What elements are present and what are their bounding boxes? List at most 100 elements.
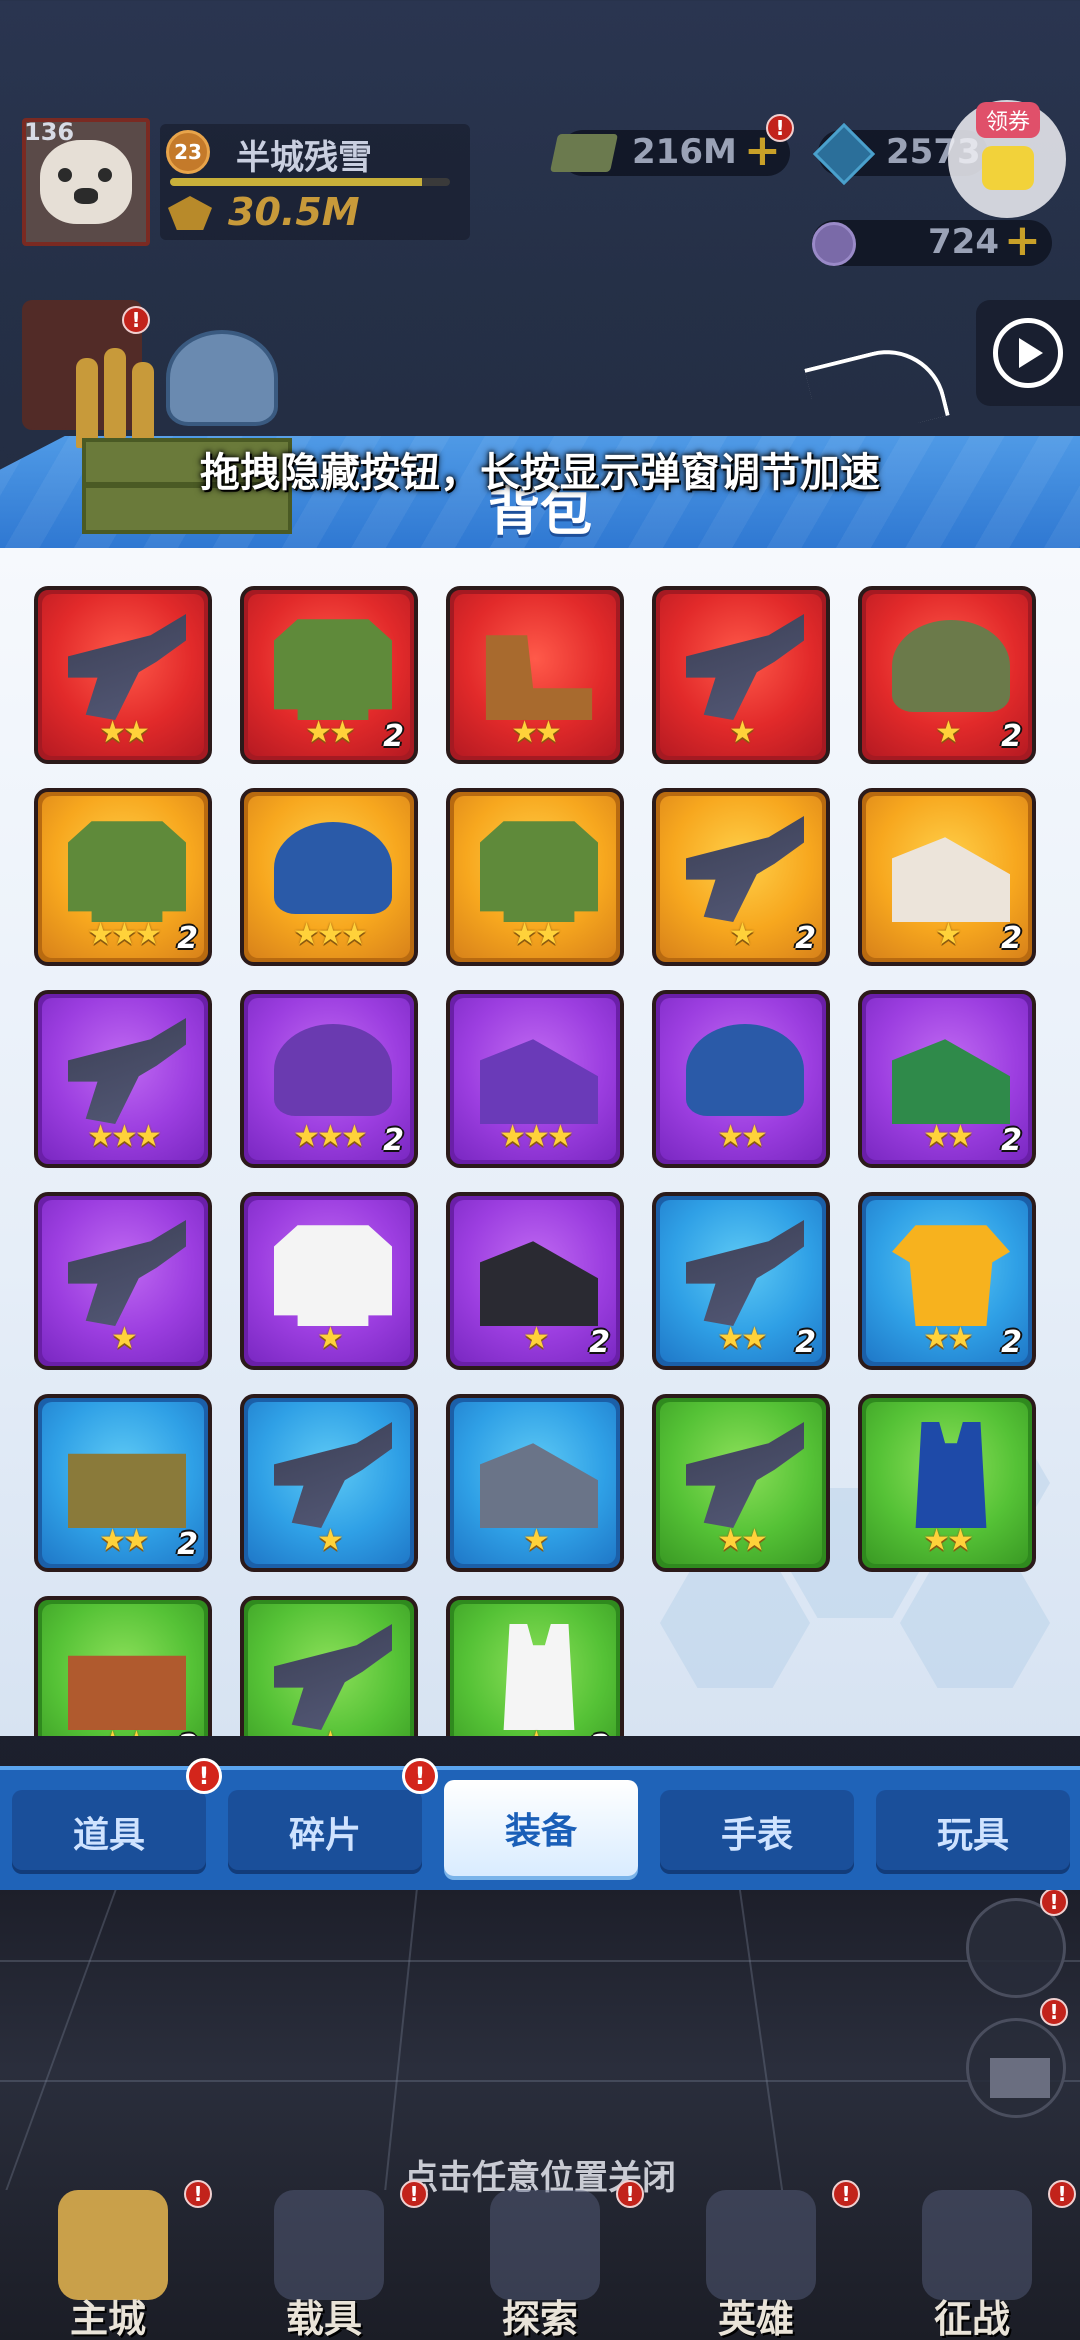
nav-item-1[interactable]: 载具 [224, 2180, 424, 2340]
backpack-tab-bar: 道具! 碎片! 装备 手表 玩具 [0, 1758, 1080, 1890]
gamepad-icon [982, 146, 1034, 190]
nav-label: 主城 [69, 2297, 146, 2340]
nav-label: 载具 [285, 2297, 362, 2340]
item-slot[interactable]: ★ [240, 1596, 418, 1736]
tab-4[interactable]: 玩具 [876, 1790, 1070, 1874]
item-stars: ★★ [99, 715, 150, 750]
podium-icon [990, 2058, 1050, 2098]
tab-alert-icon: ! [402, 1758, 438, 1794]
friends-alert-icon: ! [1040, 1888, 1068, 1916]
item-count: 2 [589, 1325, 610, 1360]
nav-label: 英雄 [717, 2297, 794, 2340]
power-value: 30.5M [228, 190, 360, 234]
item-slot[interactable]: ★★ [858, 1394, 1036, 1572]
item-slot[interactable]: ★★2 [858, 1192, 1036, 1370]
helmet-icon [892, 620, 1010, 712]
tab-alert-icon: ! [186, 1758, 222, 1794]
item-slot[interactable]: ★2 [446, 1192, 624, 1370]
item-count: 2 [795, 921, 816, 956]
item-slot[interactable]: ★★ [34, 586, 212, 764]
coupon-label: 领券 [976, 102, 1041, 138]
nav-item-3[interactable]: 英雄 [656, 2180, 856, 2340]
item-slot[interactable]: ★ [652, 586, 830, 764]
helmet-icon [274, 1024, 392, 1116]
item-count: 2 [795, 1325, 816, 1360]
item-slot[interactable]: ★★ [446, 586, 624, 764]
item-slot[interactable]: ★★ [652, 990, 830, 1168]
item-count: 2 [177, 1729, 198, 1736]
item-slot[interactable]: ★★2 [240, 586, 418, 764]
item-slot[interactable]: ★2 [446, 1596, 624, 1736]
item-slot[interactable]: ★2 [652, 788, 830, 966]
item-stars: ★ [244, 1725, 414, 1736]
nav-alert-icon: ! [832, 2180, 860, 2208]
item-slot[interactable]: ★★2 [858, 990, 1036, 1168]
nav-icon [58, 2190, 168, 2300]
item-stars: ★★★ [87, 1119, 162, 1154]
item-slot[interactable]: ★2 [858, 586, 1036, 764]
item-slot[interactable]: ★★★ 2 [34, 788, 212, 966]
add-tokens-button[interactable]: + [1004, 219, 1041, 263]
item-count: 2 [383, 1123, 404, 1158]
item-slot[interactable]: ★★2 [34, 1394, 212, 1572]
drag-hint-text: 拖拽隐藏按钮，长按显示弹窗调节加速 [200, 450, 880, 496]
avatar-level: 136 [24, 118, 75, 146]
item-count: 2 [1001, 1325, 1022, 1360]
add-cash-button[interactable]: + [744, 129, 781, 173]
item-stars: ★★ [923, 1523, 974, 1558]
player-name: 半城残雪 [236, 138, 372, 178]
item-slot[interactable]: ★★2 [652, 1192, 830, 1370]
item-slot[interactable]: ★★★ [446, 990, 624, 1168]
item-slot[interactable]: ★★★ [240, 788, 418, 966]
item-slot[interactable]: ★★★ [34, 990, 212, 1168]
tab-0[interactable]: 道具 [12, 1790, 206, 1874]
bottom-nav: 主城! 载具! 探索! 英雄! 征战! [0, 2180, 1080, 2340]
helmet-icon [274, 822, 392, 914]
token-icon [812, 222, 856, 266]
item-count: 2 [177, 1527, 198, 1562]
nav-alert-icon: ! [400, 2180, 428, 2208]
cash-value: 216M [632, 132, 737, 172]
item-slot[interactable]: ★ [446, 1394, 624, 1572]
item-stars: ★★ [717, 1119, 768, 1154]
item-slot[interactable]: ★★★ 2 [240, 990, 418, 1168]
item-slot[interactable]: ★★ [652, 1394, 830, 1572]
nav-label: 征战 [933, 2297, 1010, 2340]
item-stars: ★★ [511, 715, 562, 750]
tokens-value: 724 [928, 222, 999, 262]
item-slot[interactable]: ★ [240, 1394, 418, 1572]
backpack-body: ★★ ★★ 2 ★★ ★ ★ 2 ★★★ 2 ★★★ ★★ ★ 2 ★ 2 ★★★ ★★★ 2 ★★★ ★★ ★★ 2 ★ ★… [0, 548, 1080, 1736]
item-slot[interactable]: ★2 [858, 788, 1036, 966]
nav-item-4[interactable]: 征战 [872, 2180, 1072, 2340]
item-slot[interactable]: ★★ [446, 788, 624, 966]
item-slot[interactable]: ★★2 [34, 1596, 212, 1736]
cash-icon [549, 134, 619, 172]
item-count: 2 [383, 719, 404, 754]
item-slot[interactable]: ★ [34, 1192, 212, 1370]
rank-badge: 23 [166, 130, 210, 174]
nav-icon [490, 2190, 600, 2300]
item-stars: ★ [317, 1321, 344, 1356]
jacket-icon [274, 1225, 392, 1326]
item-slot[interactable]: ★ [240, 1192, 418, 1370]
hint-arrow-icon [804, 337, 950, 447]
tab-3[interactable]: 手表 [660, 1790, 854, 1874]
item-stars: ★★ [717, 1523, 768, 1558]
item-stars: ★★ [511, 917, 562, 952]
xp-bar-fill [170, 178, 422, 186]
nav-item-2[interactable]: 探索 [440, 2180, 640, 2340]
item-stars: ★ [317, 1523, 344, 1558]
top-hud: 136 23 半城残雪 30.5M 216M + ! 2573 724 + 领券… [0, 0, 1080, 534]
hex-decoration [900, 1558, 1050, 1688]
jacket-icon [68, 821, 186, 922]
tab-2[interactable]: 装备 [444, 1780, 638, 1876]
play-video-button[interactable] [976, 300, 1080, 406]
hex-decoration [660, 1558, 810, 1688]
tab-1[interactable]: 碎片 [228, 1790, 422, 1874]
nav-label: 探索 [501, 2297, 578, 2340]
item-count: 2 [589, 1729, 610, 1736]
item-stars: ★ [111, 1321, 138, 1356]
dog-portrait-icon [40, 140, 132, 224]
nav-alert-icon: ! [1048, 2180, 1076, 2208]
nav-item-0[interactable]: 主城 [8, 2180, 208, 2340]
